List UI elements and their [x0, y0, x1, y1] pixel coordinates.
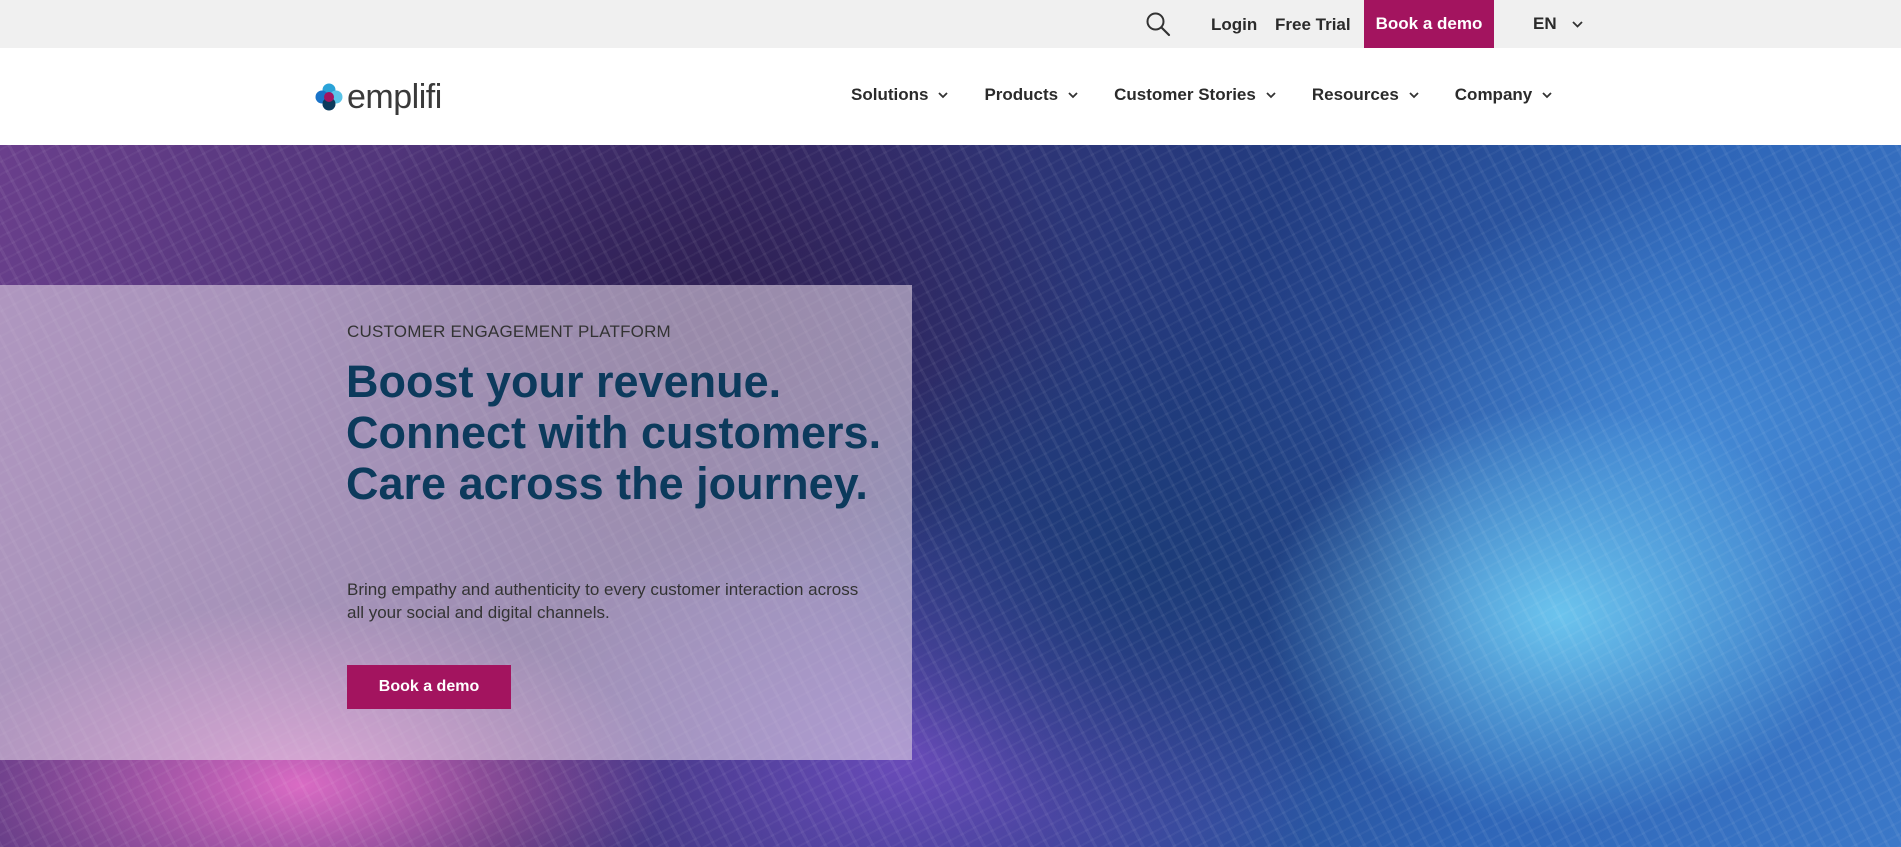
logo-mark-icon: [315, 83, 343, 111]
search-button[interactable]: [1144, 11, 1172, 39]
language-selector[interactable]: EN: [1533, 14, 1583, 34]
hero-headline: Boost your revenue. Connect with custome…: [346, 356, 882, 509]
nav-item-label: Company: [1454, 85, 1533, 104]
nav-item-solutions[interactable]: Solutions: [851, 85, 949, 105]
nav-item-company[interactable]: Company: [1455, 85, 1552, 105]
main-nav: emplifi Solutions Products Customer Stor…: [0, 48, 1901, 145]
nav-item-label: Solutions: [851, 85, 929, 104]
hero-subtext: Bring empathy and authenticity to every …: [347, 580, 859, 622]
hero-card: CUSTOMER ENGAGEMENT PLATFORM Boost your …: [0, 285, 912, 760]
chevron-down-icon: [938, 91, 949, 98]
utility-bar: Login Free Trial Book a demo EN: [0, 0, 1901, 48]
hero-eyebrow: CUSTOMER ENGAGEMENT PLATFORM: [347, 322, 671, 341]
chevron-down-icon: [1571, 20, 1583, 28]
nav-item-label: Resources: [1311, 85, 1399, 104]
nav-item-label: Products: [984, 85, 1059, 104]
book-demo-top-button[interactable]: Book a demo: [1364, 0, 1494, 48]
login-link[interactable]: Login: [1211, 15, 1257, 35]
logo[interactable]: emplifi: [315, 80, 442, 114]
nav-item-products[interactable]: Products: [984, 85, 1078, 105]
book-demo-hero-button[interactable]: Book a demo: [347, 665, 511, 709]
nav-menu: Solutions Products Customer Stories Reso…: [851, 85, 1552, 105]
chevron-down-icon: [1542, 91, 1552, 98]
chevron-down-icon: [1068, 91, 1078, 98]
search-icon: [1146, 12, 1171, 37]
free-trial-link[interactable]: Free Trial: [1275, 15, 1351, 35]
nav-item-label: Customer Stories: [1114, 85, 1256, 104]
nav-item-resources[interactable]: Resources: [1312, 85, 1419, 105]
chevron-down-icon: [1409, 91, 1419, 98]
logo-text: emplifi: [347, 78, 442, 116]
nav-item-customer-stories[interactable]: Customer Stories: [1114, 85, 1276, 105]
chevron-down-icon: [1266, 91, 1276, 98]
hero-section: CUSTOMER ENGAGEMENT PLATFORM Boost your …: [0, 145, 1901, 847]
language-label: EN: [1533, 14, 1557, 33]
